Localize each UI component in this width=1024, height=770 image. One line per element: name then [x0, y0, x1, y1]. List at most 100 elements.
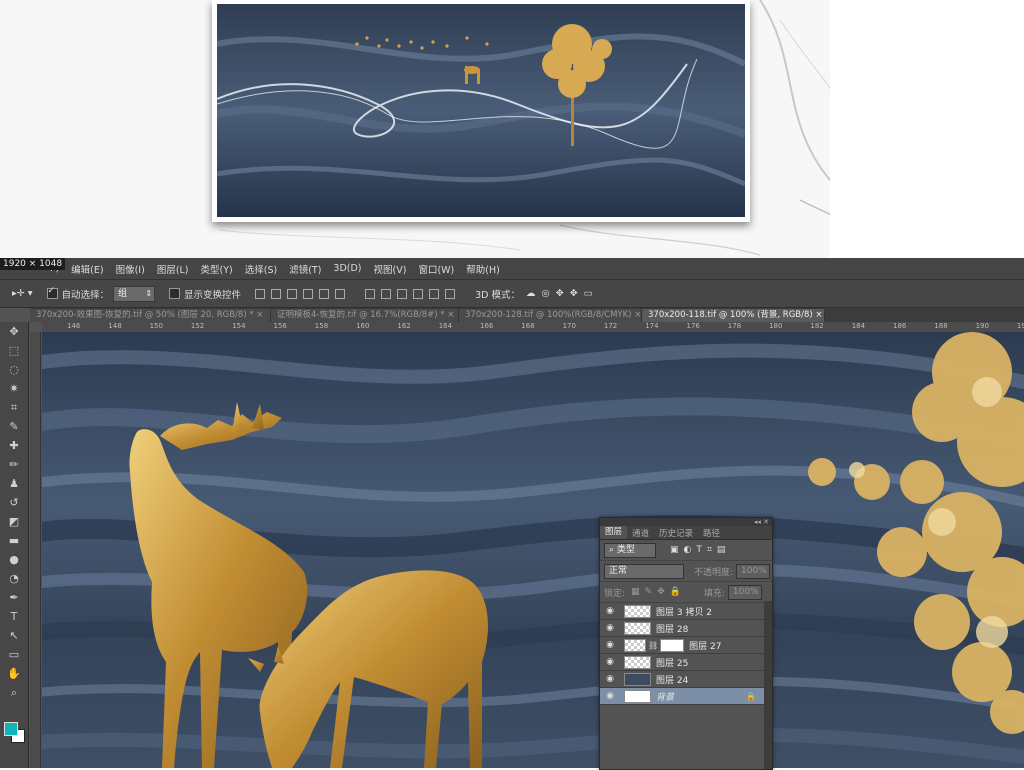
fill-field[interactable]: 100%: [727, 584, 762, 600]
ruler-tick-label: 166: [480, 322, 494, 330]
transform-controls-checkbox[interactable]: [169, 288, 181, 299]
foreground-color-swatch[interactable]: [4, 722, 18, 736]
lock-icons[interactable]: ▦✎✥🔒: [631, 587, 686, 597]
ruler-tick-label: 154: [232, 322, 246, 330]
layer-row-background[interactable]: ◉ 背景 🔒: [600, 688, 772, 705]
opacity-field[interactable]: 100%: [736, 563, 771, 579]
opacity-label: 不透明度:: [694, 567, 734, 578]
align-hcenter-icon[interactable]: [319, 288, 330, 299]
ruler-tick-label: 186: [893, 322, 907, 330]
tab-doc-1[interactable]: 370x200-效果图-恢复的.tif @ 50% (图层 20, RGB/8)…: [30, 309, 271, 322]
type-tool-icon[interactable]: T: [0, 607, 28, 626]
menu-bar: F) 编辑(E) 图像(I) 图层(L) 类型(Y) 选择(S) 滤镜(T) 3…: [0, 258, 1024, 280]
zoom-tool-icon[interactable]: ⌕: [0, 683, 28, 702]
gradient-tool-icon[interactable]: ▬: [0, 531, 28, 550]
menu-3d[interactable]: 3D(D): [333, 263, 361, 274]
magic-wand-tool-icon[interactable]: ✷: [0, 379, 28, 398]
distribute-bottom-icon[interactable]: [397, 288, 408, 299]
ruler-tick-label: 164: [438, 322, 453, 330]
shape-tool-icon[interactable]: ▭: [0, 645, 28, 664]
lasso-tool-icon[interactable]: ◌: [0, 360, 28, 379]
align-top-icon[interactable]: [255, 288, 266, 299]
menu-layer[interactable]: 图层(L): [157, 262, 189, 276]
menu-window[interactable]: 窗口(W): [418, 262, 454, 276]
panel-collapse-icon[interactable]: ◂◂ ✕: [600, 518, 772, 526]
ruler-tick-label: 180: [769, 322, 783, 330]
move-tool-preset[interactable]: ▸✛ ▾: [12, 288, 33, 299]
layer-row[interactable]: ◉ 图层 28: [600, 620, 772, 637]
blend-mode-dropdown[interactable]: 正常: [604, 563, 684, 579]
layer-thumbnail: [624, 638, 646, 652]
pen-tool-icon[interactable]: ✒: [0, 588, 28, 607]
layer-row[interactable]: ◉ 图层 24: [600, 671, 772, 688]
menu-view[interactable]: 视图(V): [374, 262, 407, 276]
mode3d-label: 3D 模式：: [475, 289, 520, 301]
ruler-tick-label: 192: [1016, 322, 1024, 330]
layer-thumbnail: [624, 621, 651, 635]
distribute-hcenter-icon[interactable]: [429, 288, 440, 299]
hand-tool-icon[interactable]: ✋: [0, 664, 28, 683]
tab-history[interactable]: 历史记录: [654, 527, 698, 539]
align-vcenter-icon[interactable]: [271, 288, 282, 299]
fill-label: 填充:: [703, 588, 725, 599]
ruler-tick-label: 176: [686, 322, 700, 330]
marquee-tool-icon[interactable]: ⬚: [0, 341, 28, 360]
ruler-tick-label: 168: [521, 322, 535, 330]
menu-select[interactable]: 选择(S): [245, 262, 277, 276]
align-right-icon[interactable]: [335, 288, 346, 299]
align-bottom-icon[interactable]: [287, 288, 298, 299]
tab-paths[interactable]: 路径: [698, 527, 725, 539]
panel-scrollbar[interactable]: [764, 601, 772, 769]
distribute-left-icon[interactable]: [413, 288, 424, 299]
eraser-tool-icon[interactable]: ◩: [0, 512, 28, 531]
eye-icon[interactable]: ◉: [600, 623, 620, 633]
distribute-top-icon[interactable]: [365, 288, 376, 299]
brush-tool-icon[interactable]: ✏: [0, 455, 28, 474]
move-icon: ▸✛ ▾: [12, 288, 33, 299]
artwork-frame: [212, 0, 750, 222]
canvas-artwork: [42, 332, 1024, 768]
filter-icons[interactable]: ▣◐T⌗▤: [670, 545, 730, 555]
tab-layers[interactable]: 图层: [600, 526, 628, 539]
eye-icon[interactable]: ◉: [600, 606, 620, 616]
3d-tools-icons[interactable]: ☁◎✥✥▭: [526, 288, 599, 299]
distribute-vcenter-icon[interactable]: [381, 288, 392, 299]
crop-tool-icon[interactable]: ⌗: [0, 398, 28, 417]
stamp-tool-icon[interactable]: ♟: [0, 474, 28, 493]
menu-help[interactable]: 帮助(H): [466, 262, 500, 276]
layer-mask-thumbnail: [660, 638, 685, 652]
layer-thumbnail: [624, 604, 651, 618]
auto-select-dropdown[interactable]: 组: [113, 285, 156, 302]
history-brush-icon[interactable]: ↺: [0, 493, 28, 512]
eye-icon[interactable]: ◉: [600, 691, 620, 701]
eye-icon[interactable]: ◉: [600, 640, 620, 650]
path-select-icon[interactable]: ↖: [0, 626, 28, 645]
layer-row[interactable]: ◉ 图层 3 拷贝 2: [600, 603, 772, 620]
healing-tool-icon[interactable]: ✚: [0, 436, 28, 455]
document-canvas[interactable]: [42, 332, 1024, 768]
dodge-tool-icon[interactable]: ◔: [0, 569, 28, 588]
auto-select-checkbox[interactable]: [46, 286, 58, 299]
layer-row[interactable]: ◉ ⛓ 图层 27: [600, 637, 772, 654]
layer-row[interactable]: ◉ 图层 25: [600, 654, 772, 671]
tab-doc-3[interactable]: 370x200-128.tif @ 100%(RGB/8/CMYK) ×: [459, 309, 642, 322]
chain-link-icon[interactable]: ⛓: [648, 641, 658, 650]
eye-icon[interactable]: ◉: [600, 674, 620, 684]
eye-icon[interactable]: ◉: [600, 657, 620, 667]
menu-type[interactable]: 类型(Y): [201, 262, 233, 276]
layer-filter-dropdown[interactable]: ⌕ 类型: [604, 542, 656, 558]
move-tool-icon[interactable]: ✥: [0, 322, 28, 341]
align-left-icon[interactable]: [303, 288, 314, 299]
blur-tool-icon[interactable]: ●: [0, 550, 28, 569]
lock-icon: 🔒: [746, 691, 756, 701]
menu-image[interactable]: 图像(I): [116, 262, 145, 276]
ruler-tick-label: 190: [975, 322, 989, 330]
tab-doc-2[interactable]: 证明模板4-恢复的.tif @ 16.7%(RGB/8#) * ×: [271, 309, 459, 322]
distribute-right-icon[interactable]: [445, 288, 456, 299]
tab-doc-4-active[interactable]: 370x200-118.tif @ 100% (背景, RGB/8) ×: [642, 309, 825, 322]
menu-edit[interactable]: 编辑(E): [71, 262, 103, 276]
ruler-tick-label: 188: [934, 322, 948, 330]
menu-filter[interactable]: 滤镜(T): [289, 262, 321, 276]
eyedropper-tool-icon[interactable]: ✎: [0, 417, 28, 436]
tab-channels[interactable]: 通道: [627, 527, 654, 539]
